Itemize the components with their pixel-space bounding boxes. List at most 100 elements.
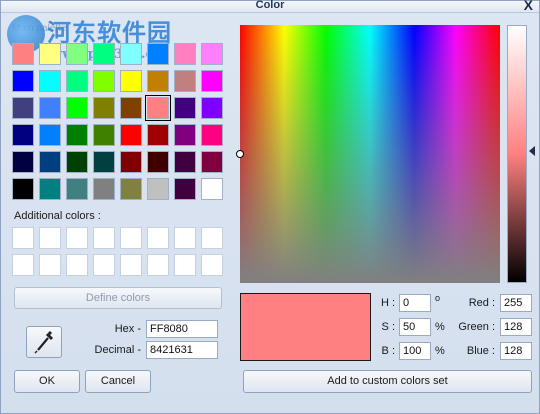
- decimal-field[interactable]: 8421631: [146, 341, 218, 359]
- palette-swatch[interactable]: [174, 178, 196, 200]
- custom-color-swatch[interactable]: [12, 227, 34, 249]
- b-unit: %: [435, 345, 445, 357]
- hex-field[interactable]: FF8080: [146, 320, 218, 338]
- custom-color-swatch[interactable]: [120, 227, 142, 249]
- palette-swatch[interactable]: [39, 43, 61, 65]
- custom-color-swatch[interactable]: [93, 227, 115, 249]
- blue-label: Blue :: [466, 345, 495, 357]
- palette-swatch[interactable]: [174, 124, 196, 146]
- palette-swatch[interactable]: [93, 70, 115, 92]
- palette-swatch[interactable]: [147, 43, 169, 65]
- palette-swatch[interactable]: [66, 70, 88, 92]
- palette-swatch[interactable]: [93, 43, 115, 65]
- main-palette-label: Main palette: [12, 23, 67, 34]
- palette-swatch[interactable]: [120, 178, 142, 200]
- custom-colors-grid: [12, 227, 223, 276]
- hex-label: Hex -: [114, 323, 141, 335]
- define-colors-button[interactable]: Define colors: [14, 287, 222, 309]
- custom-color-swatch[interactable]: [39, 227, 61, 249]
- custom-color-swatch[interactable]: [66, 227, 88, 249]
- palette-swatch[interactable]: [201, 97, 223, 119]
- custom-color-swatch[interactable]: [39, 254, 61, 276]
- custom-color-swatch[interactable]: [147, 227, 169, 249]
- luminance-slider[interactable]: [507, 25, 527, 283]
- palette-swatch[interactable]: [66, 124, 88, 146]
- palette-swatch[interactable]: [12, 97, 34, 119]
- add-to-custom-colors-button[interactable]: Add to custom colors set: [243, 370, 532, 393]
- palette-swatch[interactable]: [120, 43, 142, 65]
- s-field[interactable]: 50: [399, 318, 431, 336]
- palette-swatch[interactable]: [201, 43, 223, 65]
- eyedropper-button[interactable]: [26, 326, 62, 358]
- color-spectrum[interactable]: [240, 25, 500, 283]
- custom-color-swatch[interactable]: [201, 227, 223, 249]
- palette-swatch[interactable]: [93, 124, 115, 146]
- custom-color-swatch[interactable]: [201, 254, 223, 276]
- palette-swatch[interactable]: [174, 151, 196, 173]
- custom-color-swatch[interactable]: [12, 254, 34, 276]
- eyedropper-icon: [34, 330, 54, 354]
- palette-swatch[interactable]: [201, 124, 223, 146]
- h-label: H :: [380, 297, 395, 309]
- palette-swatch[interactable]: [120, 151, 142, 173]
- h-unit: o: [435, 293, 441, 303]
- palette-swatch[interactable]: [201, 70, 223, 92]
- palette-swatch[interactable]: [12, 178, 34, 200]
- red-field[interactable]: 255: [500, 294, 532, 312]
- title-bar: Color X: [1, 0, 539, 13]
- b-field[interactable]: 100: [399, 342, 431, 360]
- palette-swatch[interactable]: [66, 178, 88, 200]
- spectrum-cursor[interactable]: [236, 150, 244, 158]
- palette-swatch[interactable]: [145, 95, 171, 121]
- additional-colors-label: Additional colors :: [14, 210, 101, 222]
- h-field[interactable]: 0: [399, 294, 431, 312]
- palette-swatch[interactable]: [120, 124, 142, 146]
- palette-swatch[interactable]: [147, 70, 169, 92]
- b-label: B :: [381, 345, 395, 357]
- color-preview: [240, 293, 371, 361]
- palette-swatch[interactable]: [201, 178, 223, 200]
- palette-swatch[interactable]: [39, 70, 61, 92]
- palette-swatch[interactable]: [147, 178, 169, 200]
- palette-swatch[interactable]: [39, 151, 61, 173]
- custom-color-swatch[interactable]: [147, 254, 169, 276]
- palette-swatch[interactable]: [147, 151, 169, 173]
- palette-swatch[interactable]: [174, 97, 196, 119]
- palette-swatch[interactable]: [12, 70, 34, 92]
- palette-swatch[interactable]: [39, 178, 61, 200]
- main-palette-grid: [12, 43, 223, 200]
- custom-color-swatch[interactable]: [66, 254, 88, 276]
- palette-swatch[interactable]: [147, 124, 169, 146]
- palette-swatch[interactable]: [93, 97, 115, 119]
- palette-swatch[interactable]: [174, 70, 196, 92]
- palette-swatch[interactable]: [93, 178, 115, 200]
- palette-swatch[interactable]: [66, 151, 88, 173]
- color-dialog: Color X Main palette 河东软件园 www.pc0359.cn…: [0, 0, 540, 414]
- s-label: S :: [381, 321, 395, 333]
- palette-swatch[interactable]: [12, 151, 34, 173]
- ok-button[interactable]: OK: [14, 370, 80, 393]
- palette-swatch[interactable]: [39, 124, 61, 146]
- cancel-button[interactable]: Cancel: [85, 370, 151, 393]
- palette-swatch[interactable]: [66, 97, 88, 119]
- custom-color-swatch[interactable]: [93, 254, 115, 276]
- s-unit: %: [435, 321, 445, 333]
- palette-swatch[interactable]: [66, 43, 88, 65]
- luminance-arrow-icon[interactable]: [529, 146, 535, 156]
- palette-swatch[interactable]: [12, 43, 34, 65]
- palette-swatch[interactable]: [93, 151, 115, 173]
- custom-color-swatch[interactable]: [120, 254, 142, 276]
- green-field[interactable]: 128: [500, 318, 532, 336]
- decimal-label: Decimal -: [94, 344, 141, 356]
- red-label: Red :: [468, 297, 495, 309]
- palette-swatch[interactable]: [12, 124, 34, 146]
- palette-swatch[interactable]: [120, 97, 142, 119]
- custom-color-swatch[interactable]: [174, 254, 196, 276]
- palette-swatch[interactable]: [174, 43, 196, 65]
- blue-field[interactable]: 128: [500, 342, 532, 360]
- palette-swatch[interactable]: [39, 97, 61, 119]
- palette-swatch[interactable]: [120, 70, 142, 92]
- close-icon[interactable]: X: [524, 0, 533, 13]
- custom-color-swatch[interactable]: [174, 227, 196, 249]
- palette-swatch[interactable]: [201, 151, 223, 173]
